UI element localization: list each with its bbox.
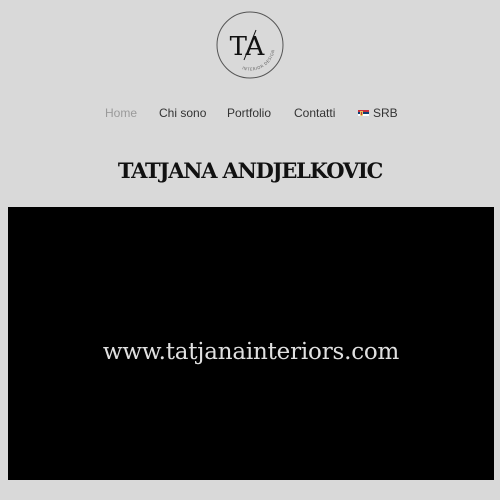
nav-item-chi-sono[interactable]: Chi sono: [159, 105, 206, 121]
nav-item-contatti[interactable]: Contatti: [294, 105, 335, 121]
language-label: SRB: [373, 106, 398, 120]
main-navigation: Home Chi sono Portfolio Contatti SRB: [0, 105, 500, 121]
site-logo[interactable]: TA INTERIOR DESIGN: [216, 11, 284, 79]
banner-website-text: www.tatjanainteriors.com: [102, 339, 400, 365]
serbia-flag-icon: [358, 109, 369, 117]
language-switch-srb[interactable]: SRB: [358, 105, 398, 121]
nav-item-home[interactable]: Home: [105, 105, 137, 121]
page: TA INTERIOR DESIGN Home Chi sono Portfol…: [0, 0, 500, 500]
logo-monogram: TA: [230, 32, 266, 62]
site-title: TATJANA ANDJELKOVIC: [117, 158, 384, 183]
nav-item-portfolio[interactable]: Portfolio: [227, 105, 271, 121]
logo-monogram-icon: TA INTERIOR DESIGN: [216, 11, 284, 79]
video-banner[interactable]: www.tatjanainteriors.com: [8, 207, 494, 480]
